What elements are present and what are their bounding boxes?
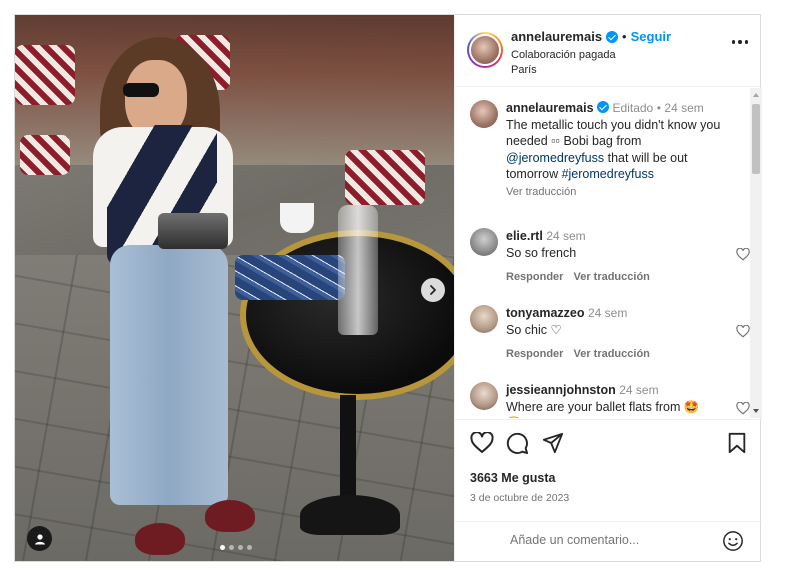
caption-time: 24 sem [664,101,704,115]
metallic-bag [158,213,228,249]
caption-text: The metallic touch you didn't know you n… [506,117,736,183]
comment-avatar[interactable] [470,382,498,410]
chevron-right-icon [430,285,436,295]
carousel-dot [220,545,225,550]
post-date: 3 de octubre de 2023 [470,492,570,504]
mention-link[interactable]: @jeromedreyfuss [506,151,604,165]
separator-dot: • [622,29,627,44]
caption-symbols: ▫▫ [551,134,561,148]
tagged-users-button[interactable] [27,526,52,551]
comment-time: 24 sem [619,383,659,397]
share-icon[interactable] [542,432,564,454]
comment-text: So so french [506,245,577,260]
sunglasses [123,83,159,97]
see-translation-link[interactable]: Ver traducción [506,184,736,201]
table-foot [300,495,400,535]
ballet-flat [205,500,255,532]
author-line: annelauremais • Seguir [511,29,671,44]
cafe-chair [345,150,425,205]
separator-dot: • [656,101,661,115]
verified-badge-icon [606,30,619,43]
cafe-chair [20,135,70,175]
cafe-background [15,15,454,165]
water-bottle [338,205,378,335]
caption-avatar[interactable] [470,100,498,128]
like-comment-heart-icon[interactable] [736,248,750,261]
comment-icon[interactable] [506,432,529,455]
post-side-panel: annelauremais • Seguir Colaboración paga… [454,15,762,561]
likes-count[interactable]: 3663 Me gusta [470,471,555,485]
comments-list: annelauremais Editado • 24 sem The metal… [455,88,762,418]
see-translation-link[interactable]: Ver traducción [573,269,649,286]
add-comment-bar [455,521,762,562]
comment-body: jessieannjohnston 24 sem Where are your … [506,382,736,418]
like-comment-heart-icon[interactable] [736,402,750,415]
coffee-cup [280,203,314,233]
reply-button[interactable]: Responder [506,346,563,363]
comment-text: Where are your ballet flats from 🤩 [506,399,700,414]
next-slide-button[interactable] [421,278,445,302]
comment-text-continued: 🤩 [506,415,736,418]
comment-avatar[interactable] [470,305,498,333]
bookmark-icon[interactable] [727,432,747,454]
verified-badge-icon [597,101,610,113]
emoji-icon[interactable] [722,530,744,552]
follow-button[interactable]: Seguir [631,29,671,44]
carousel-dot [229,545,234,550]
comment-username[interactable]: jessieannjohnston [506,383,616,397]
comment-input[interactable] [510,533,710,547]
scrollbar-thumb[interactable] [752,104,760,174]
heart-icon[interactable] [470,432,494,454]
comment-username[interactable]: tonyamazzeo [506,306,585,320]
jeans [110,245,228,505]
table-leg [340,395,356,505]
comment-body: elie.rtl 24 sem So so french Responder V… [506,228,736,286]
comment-actions: Responder Ver traducción [506,346,736,363]
carousel-dot [247,545,252,550]
caption-text-part: Bobi bag from [560,134,642,148]
caption-body: annelauremais Editado • 24 sem The metal… [506,100,736,200]
paid-partnership-label[interactable]: Colaboración pagada [511,49,616,61]
blue-napkin [235,255,345,300]
comment-text: So chic ♡ [506,322,562,337]
author-avatar[interactable] [467,32,503,68]
comment-time: 24 sem [587,306,628,320]
comment-username[interactable]: elie.rtl [506,229,543,243]
see-translation-link[interactable]: Ver traducción [573,346,649,363]
like-comment-heart-icon[interactable] [736,325,750,338]
cafe-chair [15,45,75,105]
edited-label: Editado [612,101,654,115]
post-header: annelauremais • Seguir Colaboración paga… [455,15,762,87]
comment-actions: Responder Ver traducción [506,269,736,286]
comments-scrollbar[interactable] [750,88,762,418]
carousel-indicator [220,545,252,550]
location-link[interactable]: París [511,64,537,76]
hashtag-link[interactable]: #jeromedreyfuss [562,167,654,181]
scroll-up-arrow-icon[interactable] [753,93,759,97]
instagram-post: annelauremais • Seguir Colaboración paga… [14,14,762,562]
more-options-icon[interactable] [731,40,748,44]
post-actions: 3663 Me gusta 3 de octubre de 2023 [455,419,762,561]
user-icon [34,533,45,544]
comment-avatar[interactable] [470,228,498,256]
carousel-dot [238,545,243,550]
post-photo[interactable] [15,15,454,561]
comment-body: tonyamazzeo 24 sem So chic ♡ Responder V… [506,305,736,363]
reply-button[interactable]: Responder [506,269,563,286]
comment-time: 24 sem [546,229,586,243]
author-username[interactable]: annelauremais [511,29,602,44]
scroll-down-arrow-icon[interactable] [753,409,759,413]
ballet-flat [135,523,185,555]
caption-username[interactable]: annelauremais [506,101,594,115]
